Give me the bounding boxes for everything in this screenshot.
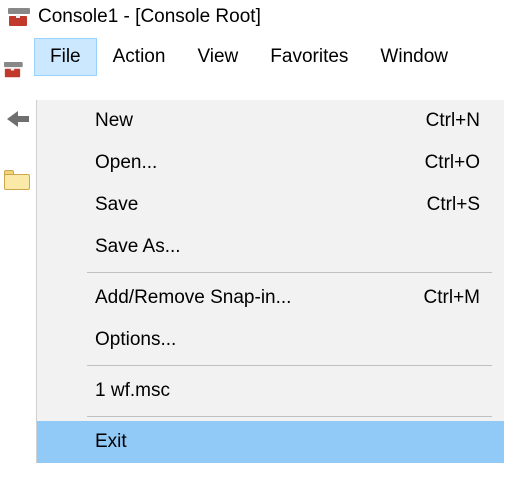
menu-open-label: Open... xyxy=(95,152,425,174)
menu-save-as[interactable]: Save As... xyxy=(37,226,504,268)
menu-save-shortcut: Ctrl+S xyxy=(427,194,486,216)
menu-separator xyxy=(87,365,492,366)
back-arrow-icon xyxy=(4,108,32,130)
menu-open-shortcut: Ctrl+O xyxy=(425,152,486,174)
menu-add-remove-shortcut: Ctrl+M xyxy=(424,287,486,309)
menu-new-label: New xyxy=(95,110,426,132)
menu-view[interactable]: View xyxy=(181,38,254,76)
menu-open[interactable]: Open... Ctrl+O xyxy=(37,142,504,184)
menu-bar: File Action View Favorites Window xyxy=(0,38,506,76)
menu-save-label: Save xyxy=(95,194,427,216)
menu-separator xyxy=(87,272,492,273)
menu-save-as-label: Save As... xyxy=(95,236,480,258)
menu-file[interactable]: File xyxy=(34,38,97,76)
title-bar: Console1 - [Console Root] xyxy=(0,0,506,32)
menu-save[interactable]: Save Ctrl+S xyxy=(37,184,504,226)
menu-window[interactable]: Window xyxy=(364,38,464,76)
menu-recent-1[interactable]: 1 wf.msc xyxy=(37,370,504,412)
menu-favorites[interactable]: Favorites xyxy=(254,38,364,76)
menu-exit[interactable]: Exit xyxy=(37,421,504,463)
tree-root-folder[interactable] xyxy=(0,160,34,200)
toolbar-back[interactable] xyxy=(4,108,32,135)
menu-add-remove-snapin[interactable]: Add/Remove Snap-in... Ctrl+M xyxy=(37,277,504,319)
menu-new-shortcut: Ctrl+N xyxy=(426,110,486,132)
tool-strip xyxy=(0,58,30,84)
menu-exit-label: Exit xyxy=(95,431,480,453)
menu-new[interactable]: New Ctrl+N xyxy=(37,100,504,142)
folder-icon xyxy=(4,170,30,190)
menu-options-label: Options... xyxy=(95,329,480,351)
window-title: Console1 - [Console Root] xyxy=(38,6,261,28)
file-menu-dropdown: New Ctrl+N Open... Ctrl+O Save Ctrl+S Sa… xyxy=(36,100,504,463)
menu-add-remove-label: Add/Remove Snap-in... xyxy=(95,287,424,309)
menu-options[interactable]: Options... xyxy=(37,319,504,361)
menu-separator xyxy=(87,416,492,417)
menu-action[interactable]: Action xyxy=(97,38,182,76)
mmc-icon xyxy=(4,62,23,77)
menu-recent-1-label: 1 wf.msc xyxy=(95,380,480,402)
mmc-icon xyxy=(8,8,30,26)
